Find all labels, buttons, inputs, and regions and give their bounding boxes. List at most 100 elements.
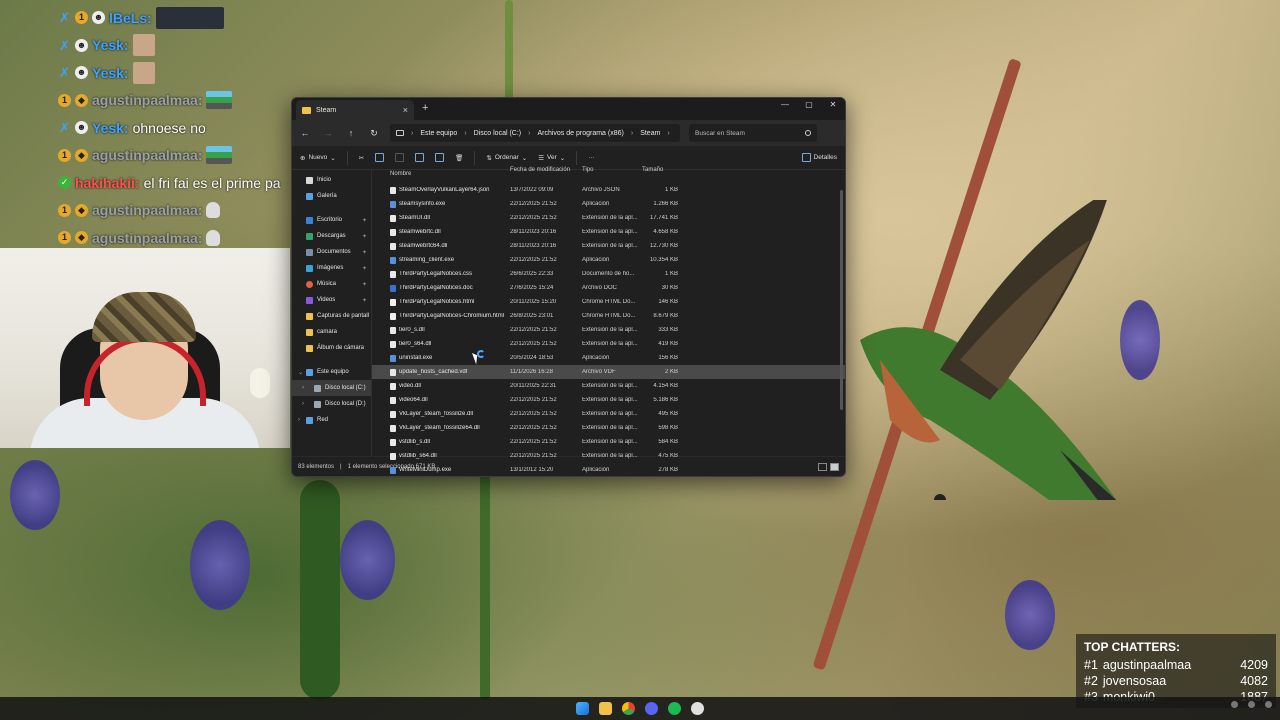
close-window-button[interactable]: ✕ (821, 98, 845, 112)
file-type: Extensión de la apl... (582, 383, 638, 389)
file-row[interactable]: vstdlib_s.dll 22/12/2025 21:52 Extensión d… (372, 435, 845, 449)
file-row[interactable]: SteamUI.dll 22/12/2025 21:52 Extensión de … (372, 211, 845, 225)
file-type-icon (390, 186, 396, 194)
file-row[interactable]: steamwebrtc64.dll 28/11/2023 20:16 Extensi… (372, 239, 845, 253)
nav-item-escritorio[interactable]: Escritorio ✦ (292, 212, 371, 228)
scissors-icon: ✂ (358, 154, 365, 162)
search-input[interactable]: Buscar en Steam (689, 124, 817, 142)
column-type-header[interactable]: Tipo (582, 167, 593, 173)
delete-button[interactable]: 🗑 (455, 154, 463, 162)
nav-item-videos[interactable]: Videos ✦ (292, 292, 371, 308)
chrome-icon[interactable] (622, 702, 635, 715)
refresh-button[interactable]: ↻ (367, 128, 381, 139)
chevron-right-icon: › (464, 129, 467, 137)
file-row[interactable]: uninstall.exe 20/5/2024 18:53 Aplicación 15… (372, 351, 845, 365)
file-row[interactable]: tier0_s64.dll 22/12/2025 21:52 Extensión d… (372, 337, 845, 351)
nav-label: Videos (317, 297, 336, 303)
file-row[interactable]: ThirdPartyLegalNotices.css 26/6/2025 22:3… (372, 267, 845, 281)
file-row[interactable]: VkLayer_steam_fossilize64.dll 22/12/2025 … (372, 421, 845, 435)
nav-item-imagenes[interactable]: Imágenes ✦ (292, 260, 371, 276)
nav-item-este-equipo[interactable]: ⌄ Este equipo (292, 364, 371, 380)
column-size-header[interactable]: Tamaño (642, 167, 663, 173)
app-icon[interactable] (691, 702, 704, 715)
file-row[interactable]: video64.dll 22/12/2025 21:52 Extensión de … (372, 393, 845, 407)
nav-item-galeria[interactable]: Galería (292, 188, 371, 204)
new-tab-button[interactable]: + (422, 102, 428, 114)
paste-button[interactable] (395, 153, 405, 162)
column-name-header[interactable]: Nombre (390, 171, 411, 177)
back-button[interactable]: ← (298, 128, 312, 138)
nav-item-inicio[interactable]: Inicio (292, 172, 371, 188)
file-row[interactable]: ThirdPartyLegalNotices.doc 27/6/2025 15:2… (372, 281, 845, 295)
nav-item-album-camara[interactable]: Álbum de cámara (292, 340, 371, 356)
share-icon (435, 153, 445, 162)
file-row[interactable]: vstdlib_s64.dll 22/12/2025 21:52 Extensión… (372, 449, 845, 463)
breadcrumb-item[interactable]: Este equipo (420, 130, 457, 137)
breadcrumb[interactable]: › Este equipo › Disco local (C:) › Archi… (390, 124, 680, 142)
nav-item-descargas[interactable]: Descargas ✦ (292, 228, 371, 244)
view-button[interactable]: ☰ Ver ⌄ (538, 154, 565, 162)
new-button[interactable]: ⊕ Nuevo ⌄ (300, 154, 336, 162)
wifi-icon[interactable] (1248, 701, 1255, 708)
file-row[interactable]: streaming_client.exe 22/12/2025 21:52 Apli… (372, 253, 845, 267)
nav-item-camara[interactable]: camara (292, 324, 371, 340)
file-size: 8.679 KB (653, 313, 678, 319)
breadcrumb-item[interactable]: Disco local (C:) (474, 130, 521, 137)
minimize-button[interactable]: — (773, 98, 797, 112)
chevron-right-icon[interactable]: › (302, 401, 304, 407)
cut-button[interactable]: ✂ (359, 154, 364, 162)
file-row[interactable]: steamsysinfo.exe 22/12/2025 21:52 Aplicaci… (372, 197, 845, 211)
nav-item-musica[interactable]: Música ✦ (292, 276, 371, 292)
nav-item-red[interactable]: › Red (292, 412, 371, 428)
file-row[interactable]: update_hosts_cached.vdf 11/1/2026 16:28 Ar… (372, 365, 845, 379)
breadcrumb-item[interactable]: Steam (640, 130, 660, 137)
file-size: 156 KB (658, 355, 678, 361)
spotify-icon[interactable] (668, 702, 681, 715)
chevron-right-icon[interactable]: › (302, 385, 304, 391)
face-emote-icon (132, 34, 155, 57)
share-button[interactable] (435, 153, 445, 162)
file-row[interactable]: VkLayer_steam_fossilize.dll 22/12/2025 21… (372, 407, 845, 421)
file-type-icon (390, 452, 396, 460)
breadcrumb-item[interactable]: Archivos de programa (x86) (537, 130, 623, 137)
file-explorer-icon[interactable] (599, 702, 612, 715)
search-placeholder: Buscar en Steam (695, 129, 745, 137)
copy-button[interactable] (375, 153, 385, 162)
windows-start-icon[interactable] (576, 702, 589, 715)
maximize-button[interactable]: ▢ (797, 98, 821, 112)
column-date-header[interactable]: Fecha de modificación (510, 167, 570, 173)
rename-button[interactable] (415, 153, 425, 162)
file-row[interactable]: SteamOverlayVulkanLayer64.json 13/7/2022 … (372, 183, 845, 197)
chevron-right-icon[interactable]: › (298, 417, 300, 423)
tray-icon[interactable] (1231, 701, 1238, 708)
file-row[interactable]: tier0_s.dll 22/12/2025 21:52 Extensión de … (372, 323, 845, 337)
file-row[interactable]: steamwebrtc.dll 28/11/2023 20:16 Extensión… (372, 225, 845, 239)
file-row[interactable]: ThirdPartyLegalNotices-Chromium.html 26/8… (372, 309, 845, 323)
file-row[interactable]: WriteMiniDump.exe 13/1/2012 15:20 Aplicaci… (372, 463, 845, 476)
nav-item-disco-d[interactable]: › Disco local (D:) (292, 396, 371, 412)
close-tab-icon[interactable]: × (403, 105, 408, 115)
lamp-image (250, 368, 270, 398)
details-button[interactable]: Detalles (801, 153, 837, 162)
chevron-down-icon[interactable]: ⌄ (298, 369, 303, 376)
file-size: 1 KB (664, 187, 678, 193)
nav-item-documentos[interactable]: Documentos ✦ (292, 244, 371, 260)
nav-label: Disco local (D:) (325, 401, 366, 407)
file-date: 22/12/2025 21:52 (510, 201, 557, 207)
tab-steam[interactable]: Steam × (296, 100, 414, 120)
more-options-button[interactable]: ··· (588, 154, 595, 161)
file-type: Documento de ho... (582, 271, 635, 277)
file-type: Extensión de la apl... (582, 341, 638, 347)
file-row[interactable]: video.dll 20/11/2025 22:31 Extensión de la… (372, 379, 845, 393)
forward-button[interactable]: → (321, 128, 335, 138)
file-row[interactable]: ThirdPartyLegalNotices.html 20/11/2025 15… (372, 295, 845, 309)
up-button[interactable]: ↑ (344, 128, 358, 138)
discord-icon[interactable] (645, 702, 658, 715)
nav-item-capturas[interactable]: Capturas de pantall (292, 308, 371, 324)
chevron-down-icon: ⌄ (521, 154, 528, 162)
sort-button[interactable]: ⇅ Ordenar ⌄ (486, 154, 527, 162)
scrollbar[interactable] (840, 190, 843, 410)
file-name-cell: ThirdPartyLegalNotices.doc (390, 284, 508, 292)
volume-icon[interactable] (1265, 701, 1272, 708)
nav-item-disco-c[interactable]: › Disco local (C:) (292, 380, 371, 396)
